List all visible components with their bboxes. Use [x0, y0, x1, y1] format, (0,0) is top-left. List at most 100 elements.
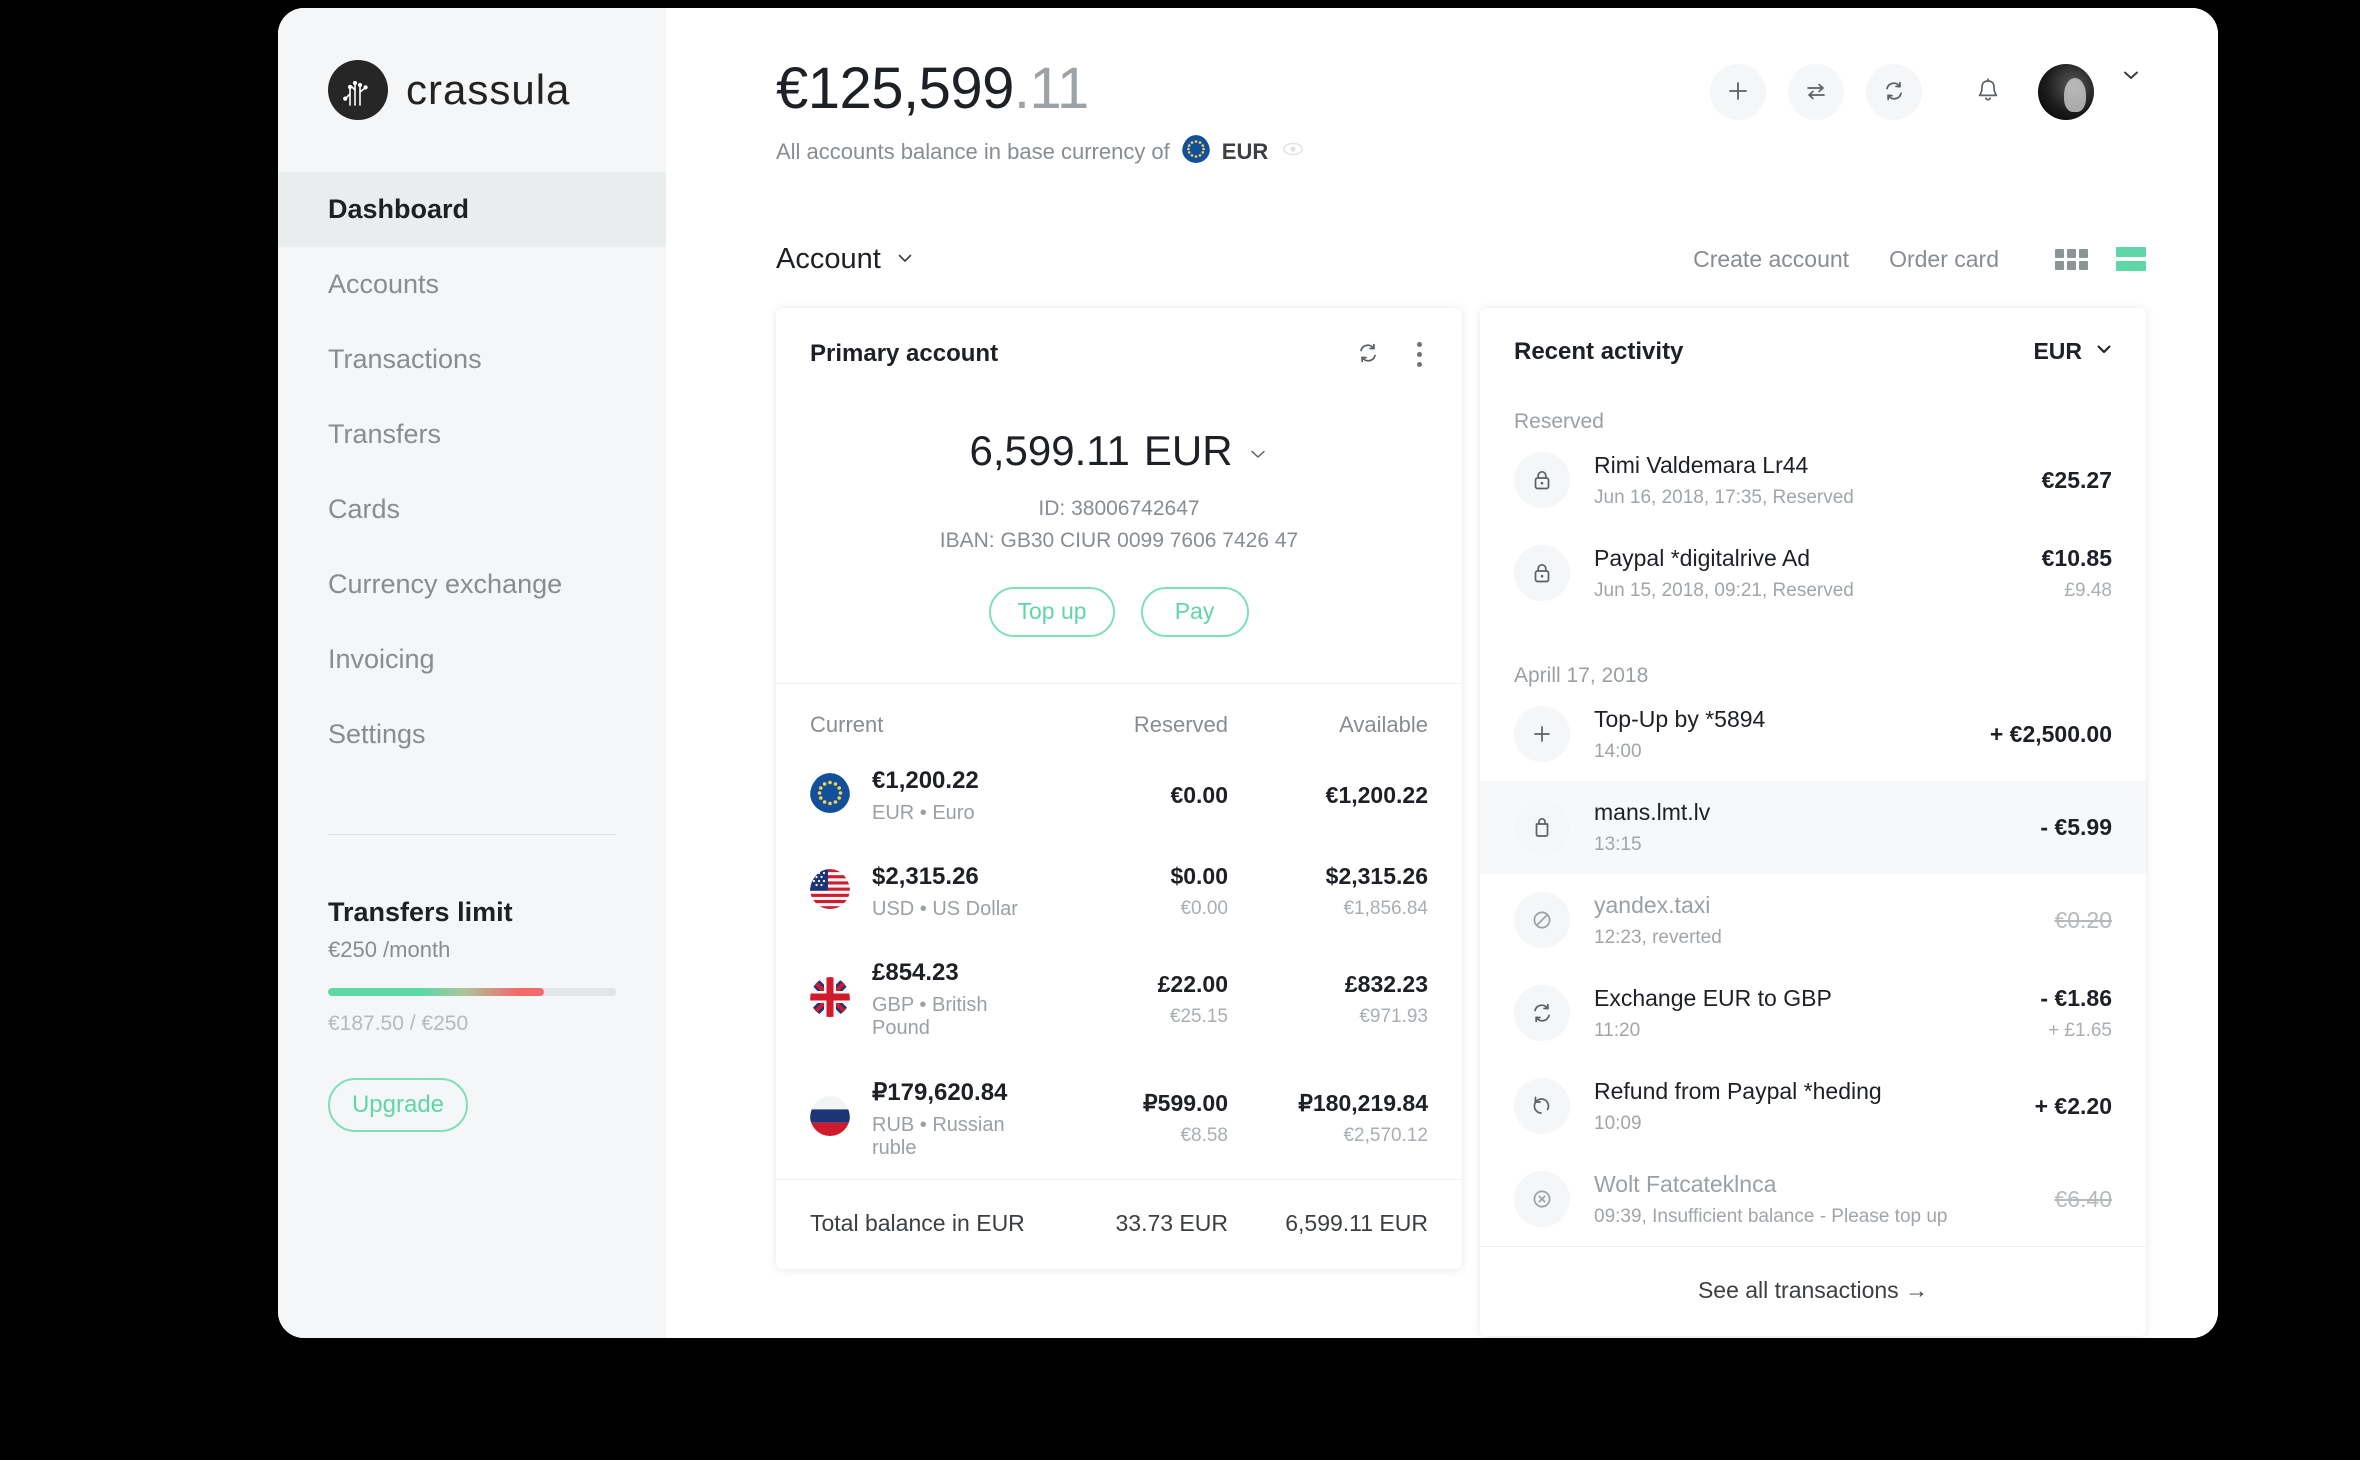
error-circle-icon [1514, 1171, 1570, 1228]
see-all-transactions-link[interactable]: See all transactions → [1480, 1245, 2146, 1336]
recent-activity-title: Recent activity [1514, 337, 1684, 365]
sidebar-item-transactions[interactable]: Transactions [278, 322, 666, 397]
account-toolbar: Account Create account Order card [666, 169, 2218, 276]
list-view-icon[interactable] [2116, 247, 2146, 272]
currency-reserved-value: £22.00 [1157, 970, 1228, 997]
transfer-button[interactable] [1788, 64, 1844, 120]
recent-activity-header: Recent activity EUR [1480, 308, 2146, 366]
brand-logo[interactable]: crassula [278, 8, 666, 120]
sidebar-item-cards[interactable]: Cards [278, 472, 666, 547]
activity-info: Exchange EUR to GBP 11:20 [1594, 985, 2016, 1042]
table-row[interactable]: $2,315.26 USD • US Dollar $0.00 €0.00 $2… [810, 844, 1428, 940]
total-balance-subtitle-text: All accounts balance in base currency of [776, 138, 1170, 164]
transfers-limit-subtitle: €250 /month [328, 937, 451, 962]
primary-account-header-actions [1355, 338, 1430, 371]
sidebar-item-label: Accounts [328, 269, 440, 299]
currency-available: $2,315.26 €1,856.84 [1228, 863, 1428, 920]
total-balance-available: 6,599.11 EUR [1285, 1209, 1428, 1236]
total-balance-block: €125,599.11 All accounts balance in base… [776, 56, 1306, 169]
upgrade-button[interactable]: Upgrade [328, 1078, 468, 1132]
currency-available-value: ₽180,219.84 [1298, 1090, 1428, 1117]
table-row[interactable]: €1,200.22 EUR • Euro €0.00 €1,200.22 [810, 748, 1428, 844]
sidebar-nav: Dashboard Accounts Transactions Transfer… [278, 172, 666, 772]
currency-available-converted: €2,570.12 [1343, 1125, 1428, 1147]
list-item[interactable]: Top-Up by *5894 14:00 + €2,500.00 [1480, 688, 2146, 781]
transfers-limit-title: Transfers limit [328, 897, 513, 927]
list-item[interactable]: Paypal *digitalrive Ad Jun 15, 2018, 09:… [1480, 527, 2146, 620]
dashboard-cards: Primary account 6,599.11 EUR ID: 3800674… [666, 276, 2218, 1336]
refresh-button[interactable] [1355, 340, 1381, 369]
eye-icon[interactable] [1280, 136, 1306, 168]
bag-icon [1514, 799, 1570, 856]
account-iban: IBAN: GB30 CIUR 0099 7606 7426 47 [939, 528, 1299, 552]
transfers-limit-progress-fill [328, 988, 544, 996]
list-item[interactable]: Refund from Paypal *heding 10:09 + €2.20 [1480, 1060, 2146, 1153]
list-item[interactable]: Rimi Valdemara Lr44 Jun 16, 2018, 17:35,… [1480, 434, 2146, 527]
notifications-button[interactable] [1960, 64, 2016, 120]
create-account-button[interactable]: Create account [1693, 246, 1849, 273]
refund-icon [1514, 1078, 1570, 1135]
top-up-button[interactable]: Top up [989, 586, 1115, 637]
activity-amount-block: - €5.99 [2040, 814, 2112, 841]
sidebar-item-currency-exchange[interactable]: Currency exchange [278, 547, 666, 622]
activity-info: Rimi Valdemara Lr44 Jun 16, 2018, 17:35,… [1594, 452, 2018, 509]
currency-reserved-converted: €25.15 [1169, 1005, 1228, 1027]
sidebar-item-invoicing[interactable]: Invoicing [278, 622, 666, 697]
table-row[interactable]: £854.23 GBP • British Pound £22.00 €25.1… [810, 940, 1428, 1059]
activity-amount: €10.85 [2041, 544, 2112, 571]
total-balance-cents: .11 [1013, 56, 1089, 121]
transfers-limit-panel: Transfers limit €250 /month €187.50 / €2… [278, 835, 666, 1132]
activity-amount-block: €6.40 [2054, 1186, 2112, 1213]
currency-amount: €1,200.22 [872, 766, 979, 794]
sidebar-item-settings[interactable]: Settings [278, 697, 666, 772]
sidebar-item-label: Transactions [328, 344, 482, 374]
currency-row-main: ₽179,620.84 RUB • Russian ruble [810, 1078, 1038, 1160]
activity-currency-filter[interactable]: EUR [2033, 338, 2114, 365]
grid-view-icon[interactable] [2055, 248, 2088, 270]
transfer-arrows-icon [1804, 79, 1828, 106]
list-item[interactable]: yandex.taxi 12:23, reverted €0.20 [1480, 874, 2146, 967]
currency-info: ₽179,620.84 RUB • Russian ruble [872, 1078, 1038, 1160]
sidebar-item-dashboard[interactable]: Dashboard [278, 172, 666, 247]
currency-info: $2,315.26 USD • US Dollar [872, 863, 1018, 921]
account-selector[interactable]: Account [776, 243, 915, 276]
currency-table: Current Reserved Available €1,200.22 EUR… [776, 684, 1462, 1179]
activity-amount-block: €10.85 £9.48 [2042, 545, 2112, 602]
add-button[interactable] [1710, 64, 1766, 120]
eu-flag-icon [1181, 134, 1210, 169]
list-item[interactable]: Wolt Fatcateklnca 09:39, Insufficient ba… [1480, 1153, 2146, 1246]
chevron-down-icon [2094, 338, 2114, 365]
list-item[interactable]: Exchange EUR to GBP 11:20 - €1.86 + £1.6… [1480, 967, 2146, 1060]
sidebar-item-transfers[interactable]: Transfers [278, 397, 666, 472]
activity-currency-label: EUR [2033, 338, 2082, 365]
app-window: crassula Dashboard Accounts Transactions… [278, 8, 2218, 1338]
page-header: €125,599.11 All accounts balance in base… [666, 8, 2218, 169]
chevron-down-icon [895, 243, 915, 276]
activity-title: Rimi Valdemara Lr44 [1594, 451, 1809, 478]
brand-name: crassula [406, 66, 571, 113]
list-item[interactable]: mans.lmt.lv 13:15 - €5.99 [1480, 780, 2146, 874]
account-balance-selector[interactable]: 6,599.11 EUR [969, 427, 1268, 475]
total-balance-row: Total balance in EUR 33.73 EUR 6,599.11 … [776, 1180, 1462, 1269]
order-card-button[interactable]: Order card [1889, 246, 1999, 273]
column-header-current: Current [810, 711, 884, 737]
sidebar-item-accounts[interactable]: Accounts [278, 247, 666, 322]
currency-available: £832.23 €971.93 [1228, 971, 1428, 1028]
pay-button[interactable]: Pay [1140, 586, 1249, 637]
exchange-button[interactable] [1866, 64, 1922, 120]
bell-icon [1975, 77, 2001, 108]
activity-meta: Jun 15, 2018, 09:21, Reserved [1594, 579, 1854, 601]
currency-available-value: £832.23 [1344, 970, 1428, 997]
currency-reserved-value: $0.00 [1170, 863, 1228, 890]
more-options-button[interactable] [1409, 338, 1430, 371]
profile-menu-button[interactable] [2116, 64, 2146, 89]
account-balance-currency: EUR [1143, 426, 1233, 474]
table-row[interactable]: ₽179,620.84 RUB • Russian ruble ₽599.00 … [810, 1059, 1428, 1179]
ru-flag-icon [810, 1096, 850, 1141]
sidebar-item-label: Settings [328, 719, 426, 749]
currency-table-header: Current Reserved Available [810, 684, 1428, 748]
avatar[interactable] [2038, 64, 2094, 120]
main-content: €125,599.11 All accounts balance in base… [666, 8, 2218, 1338]
currency-reserved: ₽599.00 €8.58 [1038, 1090, 1228, 1147]
currency-reserved-converted: €8.58 [1180, 1125, 1228, 1147]
